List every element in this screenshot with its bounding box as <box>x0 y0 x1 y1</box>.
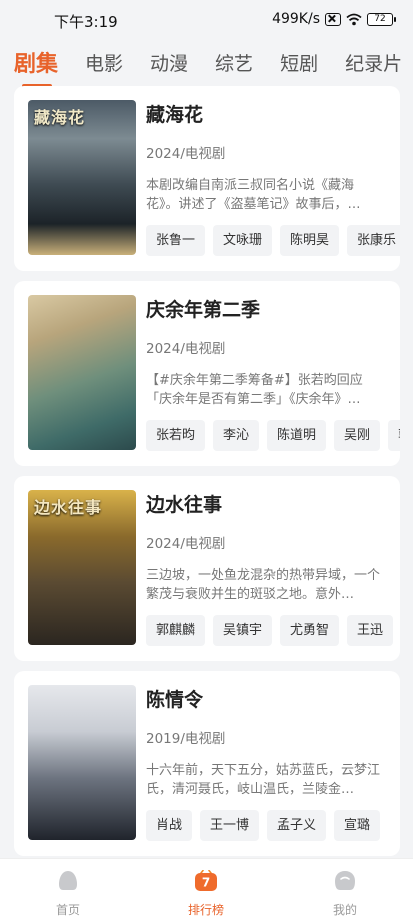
item-meta: 2024/电视剧 <box>146 341 226 357</box>
item-meta: 2024/电视剧 <box>146 536 226 552</box>
status-time: 下午3:19 <box>54 13 118 31</box>
actor-tag[interactable]: 宣璐 <box>334 810 381 841</box>
actor-tag[interactable]: 郭麒麟 <box>388 420 400 451</box>
actor-tags: 张鲁一 文咏珊 陈明昊 张康乐 <box>146 225 400 257</box>
tab-series[interactable]: 剧集 <box>14 46 58 88</box>
actor-tag[interactable]: 吴镇宇 <box>213 615 273 646</box>
item-title: 庆余年第二季 <box>146 299 261 321</box>
tab-variety[interactable]: 综艺 <box>215 49 253 76</box>
actor-tags: 郭麒麟 吴镇宇 尤勇智 王迅 <box>146 615 400 647</box>
item-description: 十六年前，天下五分，姑苏蓝氏，云梦江氏，清河聂氏，岐山温氏，兰陵金… <box>146 763 381 797</box>
network-speed: 499K/s <box>272 11 320 27</box>
actor-tag[interactable]: 王一博 <box>200 810 260 841</box>
actor-tag[interactable]: 陈明昊 <box>280 225 340 256</box>
actor-tag[interactable]: 郭麒麟 <box>146 615 206 646</box>
home-icon <box>59 871 77 890</box>
ranking-badge: 7 <box>202 876 210 890</box>
nav-home[interactable]: 首页 <box>8 859 128 920</box>
actor-tag[interactable]: 李沁 <box>213 420 260 451</box>
actor-tag[interactable]: 文咏珊 <box>213 225 273 256</box>
list-item[interactable]: 陈情令 2019/电视剧 十六年前，天下五分，姑苏蓝氏，云梦江氏，清河聂氏，岐山… <box>14 671 400 856</box>
item-description: 【#庆余年第二季筹备#】张若昀回应「庆余年是否有第二季」《庆余年》… <box>146 373 363 407</box>
actor-tags: 肖战 王一博 孟子义 宣璐 <box>146 810 400 842</box>
nav-label: 我的 <box>332 903 357 917</box>
poster-image <box>28 295 136 450</box>
item-description: 本剧改编自南派三叔同名小说《藏海花》。讲述了《盗墓笔记》故事后，… <box>146 178 361 212</box>
tab-movies[interactable]: 电影 <box>85 49 123 76</box>
actor-tag[interactable]: 孟子义 <box>267 810 327 841</box>
ranking-icon: 7 <box>195 870 217 891</box>
nav-label: 首页 <box>55 903 80 917</box>
actor-tag[interactable]: 肖战 <box>146 810 193 841</box>
actor-tag[interactable]: 张若昀 <box>146 420 206 451</box>
list-item[interactable]: 庆余年第二季 2024/电视剧 【#庆余年第二季筹备#】张若昀回应「庆余年是否有… <box>14 281 400 466</box>
item-title: 藏海花 <box>146 104 204 126</box>
poster-title: 藏海花 <box>34 108 86 127</box>
nav-profile[interactable]: 我的 <box>285 859 405 920</box>
bottom-nav: 首页 7 排行榜 我的 <box>0 858 413 920</box>
item-meta: 2019/电视剧 <box>146 731 226 747</box>
status-bar: 下午3:19 499K/s 72 <box>0 0 413 40</box>
actor-tag[interactable]: 陈道明 <box>267 420 327 451</box>
poster-image: 边水往事 <box>28 490 136 645</box>
actor-tag[interactable]: 王迅 <box>347 615 394 646</box>
battery-icon: 72 <box>367 12 396 26</box>
item-description: 三边坡，一处鱼龙混杂的热带异域，一个繁茂与衰败并生的斑驳之地。意外… <box>146 568 381 602</box>
nav-label: 排行榜 <box>187 903 224 917</box>
nav-ranking[interactable]: 7 排行榜 <box>146 859 266 920</box>
actor-tags: 张若昀李沁陈道明吴刚郭麒麟 <box>146 420 400 452</box>
actor-tag[interactable]: 张康乐 <box>347 225 400 256</box>
actor-tag[interactable]: 尤勇智 <box>280 615 340 646</box>
actor-tag[interactable]: 吴刚 <box>334 420 381 451</box>
item-meta: 2024/电视剧 <box>146 146 226 162</box>
actor-tag[interactable]: 张鲁一 <box>146 225 206 256</box>
poster-title: 边水往事 <box>34 498 103 517</box>
tab-short-drama[interactable]: 短剧 <box>280 49 318 76</box>
poster-image: 藏海花 <box>28 100 136 255</box>
tab-documentary[interactable]: 纪录片 <box>345 49 402 76</box>
list-item[interactable]: 边水往事 边水往事 2024/电视剧 三边坡，一处鱼龙混杂的热带异域，一个繁茂与… <box>14 476 400 661</box>
category-tabs: 剧集 电影 动漫 综艺 短剧 纪录片 <box>0 40 413 88</box>
item-title: 陈情令 <box>146 689 204 711</box>
sim-icon <box>325 12 341 26</box>
profile-icon <box>335 871 355 890</box>
tab-anime[interactable]: 动漫 <box>150 49 188 76</box>
item-title: 边水往事 <box>146 494 223 516</box>
list-item[interactable]: 藏海花 藏海花 2024/电视剧 本剧改编自南派三叔同名小说《藏海花》。讲述了《… <box>14 86 400 271</box>
wifi-icon <box>346 13 362 25</box>
poster-image <box>28 685 136 840</box>
